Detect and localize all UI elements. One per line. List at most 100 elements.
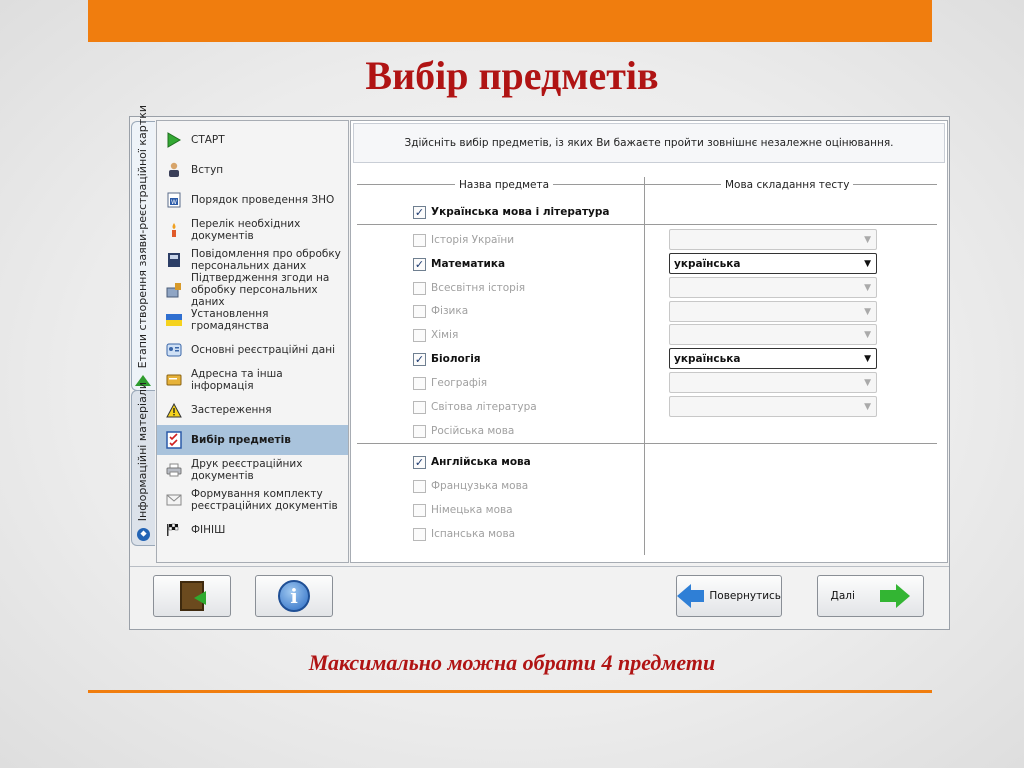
sidebar-item-warning[interactable]: Застереження (157, 395, 348, 425)
chevron-down-icon: ▼ (864, 235, 871, 245)
sidebar-item-start[interactable]: СТАРТ (157, 125, 348, 155)
next-button-label: Далі (830, 590, 855, 602)
checkbox-english[interactable]: ✓ Англійська мова (413, 453, 531, 471)
sidebar-item-consent[interactable]: Підтвердження згоди на обробку персональ… (157, 272, 348, 308)
checkbox-world-literature[interactable]: Світова література (413, 398, 537, 416)
language-select-physics[interactable]: ▼ (669, 301, 877, 322)
checkbox[interactable] (413, 281, 426, 295)
checkbox-spanish[interactable]: Іспанська мова (413, 525, 515, 543)
arrow-left-icon-tail (691, 590, 705, 602)
language-select-world-history[interactable]: ▼ (669, 277, 877, 298)
subject-label: Українська мова і література (431, 206, 610, 218)
checkbox-chemistry[interactable]: Хімія (413, 326, 458, 344)
sidebar-item-address[interactable]: Адресна та інша інформація (157, 365, 348, 395)
sidebar-item-subject-selection[interactable]: Вибір предметів (157, 425, 348, 455)
chevron-down-icon: ▼ (864, 330, 871, 340)
column-divider (644, 177, 645, 555)
back-button[interactable]: Повернутись (676, 575, 782, 617)
chevron-down-icon: ▼ (864, 354, 871, 364)
subject-label: Всесвітня історія (431, 282, 526, 294)
checkbox[interactable]: ✓ (413, 205, 426, 219)
next-button[interactable]: Далі (817, 575, 924, 617)
language-select-mathematics[interactable]: українська ▼ (669, 253, 877, 274)
sidebar-item-label: Адресна та інша інформація (191, 368, 283, 392)
checkbox[interactable] (413, 328, 426, 342)
finish-flag-icon (165, 521, 183, 539)
chevron-down-icon: ▼ (864, 307, 871, 317)
top-accent-bar (88, 0, 932, 42)
sidebar-item-label: Застереження (191, 404, 272, 416)
info-button[interactable]: i (255, 575, 333, 617)
subject-label: Фізика (431, 305, 469, 317)
subject-label: Німецька мова (431, 504, 513, 516)
checkbox[interactable] (413, 304, 426, 318)
checkbox[interactable]: ✓ (413, 257, 426, 271)
checkbox-russian[interactable]: Російська мова (413, 422, 514, 440)
sidebar-item-documents-list[interactable]: Перелік необхідних документів (157, 215, 348, 245)
tab-info[interactable]: Інформаційні матеріали ⬥ (131, 382, 155, 546)
exit-button[interactable] (153, 575, 231, 617)
language-select-chemistry[interactable]: ▼ (669, 324, 877, 345)
subject-label: Географія (431, 377, 488, 389)
checkbox[interactable] (413, 527, 426, 541)
section-divider (357, 443, 937, 444)
checkbox-mathematics[interactable]: ✓ Математика (413, 255, 505, 273)
subject-label: Біологія (431, 353, 481, 365)
checkbox-world-history[interactable]: Всесвітня історія (413, 279, 525, 297)
sidebar-item-print[interactable]: Друк реєстраційних документів (157, 455, 348, 485)
subject-label: Світова література (431, 401, 537, 413)
sidebar-item-finish[interactable]: ФІНІШ (157, 515, 348, 545)
chevron-down-icon: ▼ (864, 259, 871, 269)
back-button-label: Повернутись (709, 590, 781, 602)
checkbox[interactable] (413, 503, 426, 517)
bottom-accent-line (88, 690, 932, 693)
sidebar-item-citizenship[interactable]: Установлення громадянства (157, 305, 348, 335)
checkbox[interactable] (413, 376, 426, 390)
checkbox[interactable] (413, 479, 426, 493)
info-tab-icon: ⬥ (137, 528, 150, 541)
subject-label: Англійська мова (431, 456, 531, 468)
sidebar-item-procedure[interactable]: W Порядок проведення ЗНО (157, 185, 348, 215)
sidebar-item-intro[interactable]: Вступ (157, 155, 348, 185)
checkbox[interactable] (413, 233, 426, 247)
checkbox-biology[interactable]: ✓ Біологія (413, 350, 481, 368)
checkbox-french[interactable]: Французька мова (413, 477, 528, 495)
sidebar-item-label: Основні реєстраційні дані (191, 344, 335, 356)
subject-label: Іспанська мова (431, 528, 516, 540)
sidebar-item-label: Підтвердження згоди на обробку персональ… (191, 272, 330, 308)
warning-icon (165, 401, 183, 419)
sidebar-item-package[interactable]: Формування комплекту реєстраційних докум… (157, 485, 348, 515)
language-select-world-literature[interactable]: ▼ (669, 396, 877, 417)
info-icon: i (278, 580, 310, 612)
language-select-geography[interactable]: ▼ (669, 372, 877, 393)
candle-icon (165, 221, 183, 239)
address-book-icon (165, 371, 183, 389)
language-select-biology[interactable]: українська ▼ (669, 348, 877, 369)
checkbox[interactable]: ✓ (413, 352, 426, 366)
slide-title: Вибір предметів (365, 53, 659, 98)
checkbox-german[interactable]: Німецька мова (413, 501, 513, 519)
tab-info-label: Інформаційні матеріали (136, 381, 149, 521)
printer-icon (165, 461, 183, 479)
select-value: українська (674, 257, 741, 270)
chevron-down-icon: ▼ (864, 402, 871, 412)
arrow-left-icon (677, 584, 691, 608)
sidebar-item-data-notice[interactable]: Повідомлення про обробку персональних да… (157, 245, 348, 275)
checkbox-physics[interactable]: Фізика (413, 302, 468, 320)
language-select-history-ukraine[interactable]: ▼ (669, 229, 877, 250)
checkbox[interactable]: ✓ (413, 455, 426, 469)
checkbox[interactable] (413, 424, 426, 438)
sidebar-item-registration-data[interactable]: Основні реєстраційні дані (157, 335, 348, 365)
exit-door-icon (180, 581, 206, 611)
word-doc-icon: W (165, 191, 183, 209)
chevron-down-icon: ▼ (864, 283, 871, 293)
checkbox-history-ukraine[interactable]: Історія України (413, 231, 514, 249)
stamp-icon (165, 281, 183, 299)
sidebar-item-label: Перелік необхідних документів (191, 218, 301, 242)
svg-text:W: W (171, 199, 177, 206)
checkbox-geography[interactable]: Географія (413, 374, 487, 392)
checkbox-ukrainian-literature[interactable]: ✓ Українська мова і література (413, 203, 609, 221)
checkbox[interactable] (413, 400, 426, 414)
select-value: українська (674, 352, 741, 365)
tab-stages[interactable]: Етапи створення заяви-реєстраційної карт… (131, 105, 155, 391)
